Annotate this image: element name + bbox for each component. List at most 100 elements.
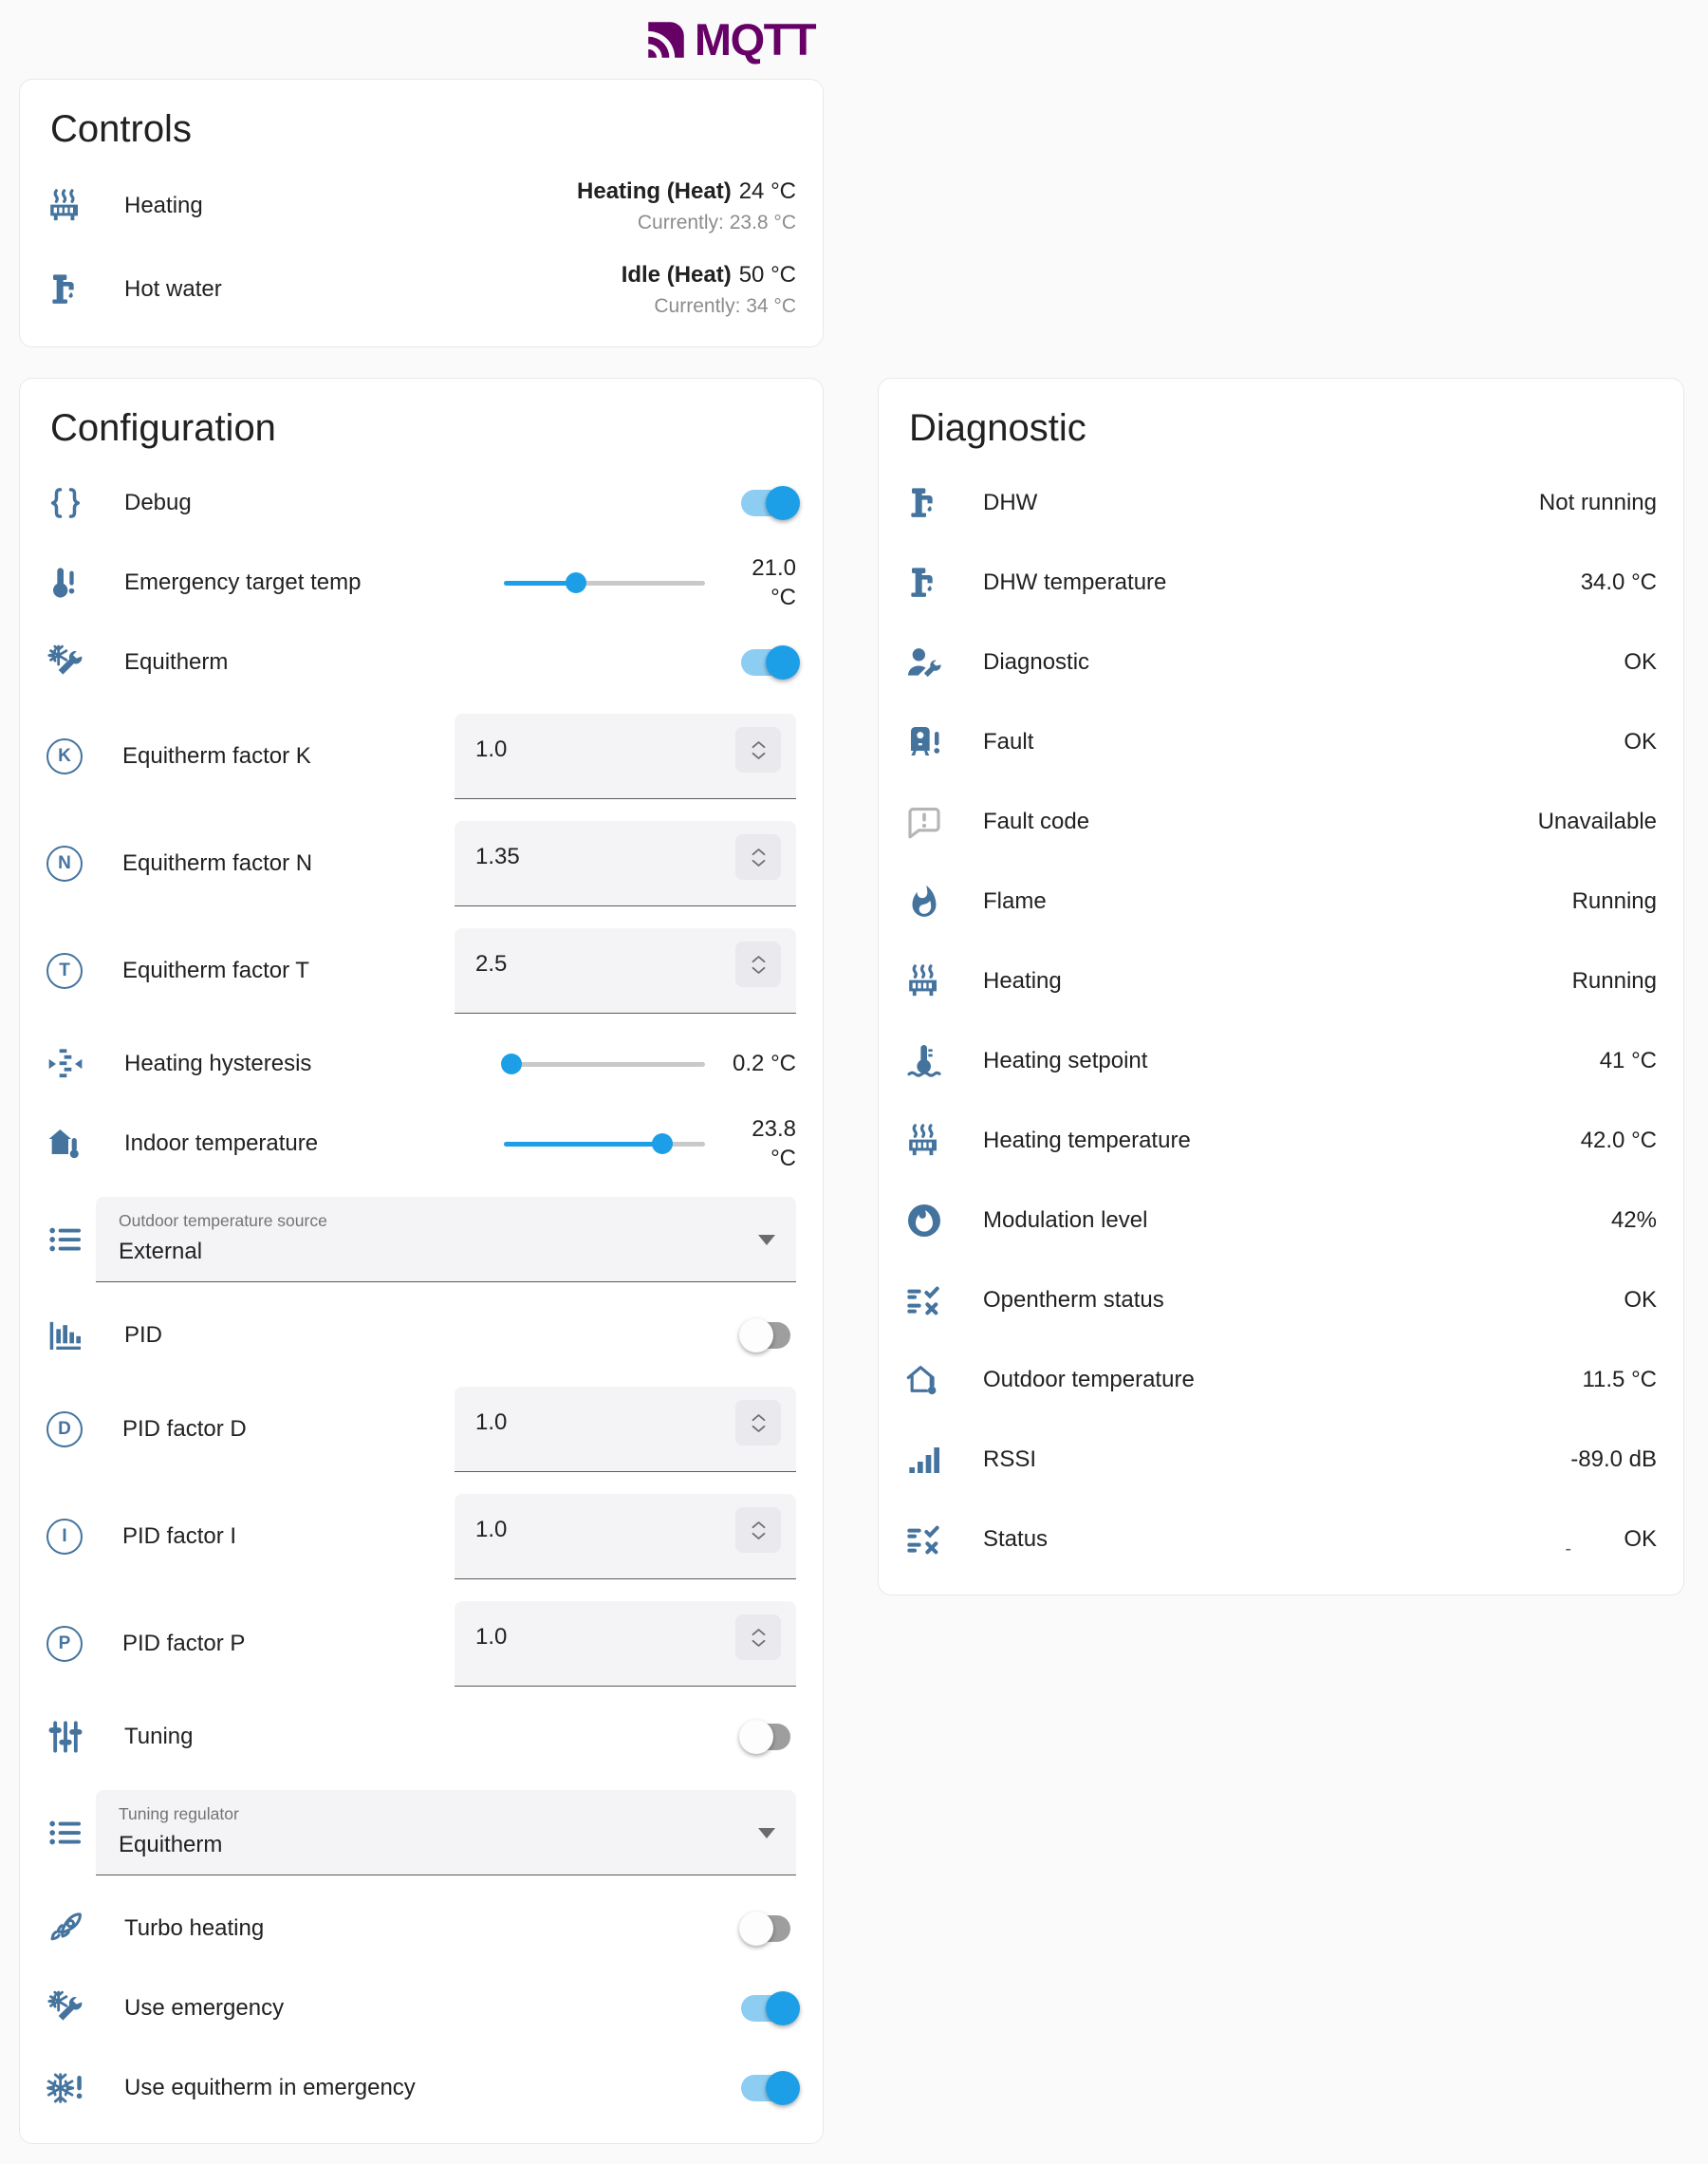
slider-thumb[interactable]: [501, 1054, 522, 1074]
decrement-button[interactable]: [751, 966, 767, 975]
pid-factor-d-input[interactable]: [475, 1409, 735, 1436]
home-thermometer-icon: [46, 1125, 84, 1163]
use-equitherm-in-emergency-toggle[interactable]: [739, 2070, 800, 2106]
config-label: Equitherm factor N: [122, 850, 455, 877]
header: MQTT: [19, 9, 1689, 79]
diagnostic-row-heating[interactable]: HeatingRunning: [905, 942, 1657, 1021]
slider-fill: [504, 1142, 662, 1147]
diagnostic-row-dhw-temperature[interactable]: DHW temperature34.0 °C: [905, 543, 1657, 623]
climate-state[interactable]: Idle (Heat)50 °CCurrently: 34 °C: [622, 262, 796, 318]
tuning-toggle[interactable]: [739, 1719, 800, 1755]
diagnostic-row-opentherm-status[interactable]: Opentherm statusOK: [905, 1260, 1657, 1340]
diagnostic-row-modulation-level[interactable]: Modulation level42%: [905, 1181, 1657, 1260]
diagnostic-value: 34.0 °C: [1581, 569, 1657, 596]
config-row-heating-hysteresis: Heating hysteresis0.2 °C: [46, 1024, 796, 1104]
equitherm-toggle[interactable]: [739, 644, 800, 681]
equitherm-factor-n-stepper: [735, 834, 781, 880]
turbo-heating-toggle[interactable]: [739, 1911, 800, 1947]
diagnostic-value: Not running: [1539, 490, 1657, 516]
climate-action: Heating (Heat): [577, 178, 732, 204]
equitherm-factor-n-input[interactable]: [475, 844, 735, 870]
climate-action: Idle (Heat): [622, 262, 732, 288]
account-wrench-icon: [905, 644, 943, 681]
config-label: PID factor D: [122, 1416, 455, 1443]
config-label: Equitherm factor T: [122, 958, 455, 984]
indoor-temperature-slider[interactable]: [504, 1133, 705, 1154]
slider-value: 23.8 °C: [722, 1114, 796, 1173]
diagnostic-value: OK: [1624, 649, 1657, 676]
decrement-button[interactable]: [751, 1425, 767, 1433]
climate-state[interactable]: Heating (Heat)24 °CCurrently: 23.8 °C: [577, 178, 796, 234]
emergency-target-temp-slider[interactable]: [504, 572, 705, 593]
increment-button[interactable]: [751, 1413, 767, 1422]
equitherm-factor-t-input[interactable]: [475, 951, 735, 978]
home-thermometer-outline-icon: [905, 1361, 943, 1399]
code-braces-icon: [46, 484, 84, 522]
slider-track: [504, 1062, 705, 1067]
mqtt-device-page: MQTT Controls HeatingHeating (Heat)24 °C…: [0, 0, 1708, 2144]
slider-thumb[interactable]: [566, 572, 586, 593]
pid-toggle[interactable]: [739, 1317, 800, 1353]
snowflake-wrench-icon: [46, 1989, 84, 2027]
toggle-thumb: [739, 1720, 773, 1754]
control-row-hot-water: Hot waterIdle (Heat)50 °CCurrently: 34 °…: [46, 248, 796, 331]
pid-factor-i-input[interactable]: [475, 1517, 735, 1543]
controls-card-title: Controls: [46, 80, 796, 164]
decrement-button[interactable]: [751, 1532, 767, 1540]
increment-button[interactable]: [751, 740, 767, 749]
decrement-button[interactable]: [751, 1639, 767, 1648]
diagnostic-row-outdoor-temperature[interactable]: Outdoor temperature11.5 °C: [905, 1340, 1657, 1420]
climate-state-main: Idle (Heat)50 °C: [622, 262, 796, 289]
toggle-thumb: [766, 1991, 800, 2025]
slider-thumb[interactable]: [652, 1133, 673, 1154]
increment-button[interactable]: [751, 1520, 767, 1529]
select-value: Equitherm: [119, 1832, 739, 1858]
tuning-regulator-select[interactable]: Tuning regulatorEquitherm: [96, 1790, 796, 1875]
equitherm-factor-k-input[interactable]: [475, 737, 735, 763]
outdoor-temperature-source-select[interactable]: Outdoor temperature sourceExternal: [96, 1197, 796, 1282]
diagnostic-value: Unavailable: [1538, 809, 1657, 835]
diagnostic-value: 11.5 °C: [1582, 1367, 1657, 1393]
alpha-k-circle-icon: K: [46, 738, 83, 774]
pid-factor-p-field: [455, 1601, 796, 1687]
diagnostic-label: Heating setpoint: [983, 1048, 1600, 1074]
use-emergency-toggle[interactable]: [739, 1990, 800, 2026]
equitherm-factor-k-field: [455, 714, 796, 799]
config-label: Debug: [124, 490, 739, 516]
equitherm-factor-t-field: [455, 928, 796, 1014]
control-label: Heating: [124, 193, 577, 219]
diagnostic-row-dhw[interactable]: DHWNot running: [905, 463, 1657, 543]
config-row-outdoor-temperature-source: Outdoor temperature sourceExternal: [46, 1184, 796, 1296]
diagnostic-row-flame[interactable]: FlameRunning: [905, 862, 1657, 942]
decrement-button[interactable]: [751, 752, 767, 760]
diagnostic-row-heating-setpoint[interactable]: Heating setpoint41 °C: [905, 1021, 1657, 1101]
increment-button[interactable]: [751, 955, 767, 963]
diagnostic-row-status[interactable]: StatusOK: [905, 1500, 1657, 1579]
equitherm-factor-t-stepper: [735, 942, 781, 987]
config-row-equitherm-factor-n: NEquitherm factor N: [46, 810, 796, 917]
config-row-tuning: Tuning: [46, 1697, 796, 1777]
debug-toggle[interactable]: [739, 485, 800, 521]
diagnostic-row-heating-temperature[interactable]: Heating temperature42.0 °C: [905, 1101, 1657, 1181]
diagnostic-label: DHW: [983, 490, 1539, 516]
diagnostic-value: 41 °C: [1600, 1048, 1657, 1074]
diagnostic-row-fault[interactable]: FaultOK: [905, 702, 1657, 782]
climate-state-main: Heating (Heat)24 °C: [577, 178, 796, 205]
diagnostic-row-fault-code[interactable]: Fault codeUnavailable: [905, 782, 1657, 862]
decrement-button[interactable]: [751, 859, 767, 867]
config-label: Tuning: [124, 1724, 739, 1750]
diagnostic-row-diagnostic[interactable]: DiagnosticOK: [905, 623, 1657, 702]
slider-value: 21.0 °C: [722, 553, 796, 612]
pid-factor-p-input[interactable]: [475, 1624, 735, 1651]
config-label: Indoor temperature: [124, 1130, 504, 1157]
diagnostic-label: Diagnostic: [983, 649, 1624, 676]
alpha-i-circle-icon: I: [46, 1519, 83, 1555]
dropdown-caret-icon: [758, 1235, 775, 1245]
diagnostic-value: Running: [1572, 968, 1657, 995]
heating-hysteresis-slider[interactable]: [504, 1054, 705, 1074]
increment-button[interactable]: [751, 848, 767, 856]
diagnostic-row-rssi[interactable]: RSSI-89.0 dB: [905, 1420, 1657, 1500]
equitherm-factor-k-stepper: [735, 727, 781, 773]
increment-button[interactable]: [751, 1628, 767, 1636]
radiator-icon: [905, 1122, 943, 1160]
